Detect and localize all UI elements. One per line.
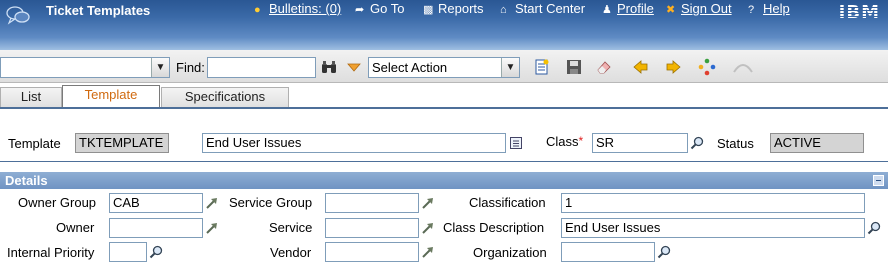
route-disabled-icon (733, 64, 753, 73)
goto-arrow-icon: ➦ (355, 4, 365, 16)
owner-field[interactable] (109, 218, 203, 238)
status-label: Status (717, 136, 754, 151)
organization-field[interactable] (561, 242, 655, 262)
internal-priority-label: Internal Priority (7, 245, 95, 260)
classification-field[interactable]: 1 (561, 193, 865, 213)
detail-menu-arrow-icon[interactable] (421, 196, 435, 210)
app-header: Ticket Templates ● Bulletins: (0) ➦ Go To … (0, 0, 888, 50)
find-input[interactable] (207, 57, 316, 78)
detail-menu-arrow-icon[interactable] (421, 245, 435, 259)
owner-group-field[interactable]: CAB (109, 193, 203, 213)
start-center-link[interactable]: ⌂ Start Center (500, 1, 585, 16)
app-title: Ticket Templates (46, 3, 151, 18)
previous-arrow-icon[interactable] (632, 58, 650, 76)
help-link[interactable]: ? Help (748, 1, 790, 16)
bulletins-icon: ● (254, 4, 261, 16)
tab-list[interactable]: List (0, 87, 62, 107)
status-field[interactable]: ACTIVE (770, 133, 864, 153)
class-label: Class* (546, 134, 584, 149)
magnifier-lookup-icon[interactable] (149, 245, 163, 259)
query-select[interactable]: ▼ (0, 57, 170, 78)
bulletins-link[interactable]: ● Bulletins: (0) (254, 1, 341, 16)
user-icon: ♟ (602, 4, 612, 16)
toolbar: ▼ Find: Select Action ▼ (0, 50, 888, 83)
reports-link[interactable]: ▩ Reports (423, 1, 484, 16)
magnifier-lookup-icon[interactable] (690, 136, 704, 150)
vendor-label: Vendor (270, 245, 312, 260)
detail-menu-arrow-icon[interactable] (205, 221, 219, 235)
required-star: * (578, 134, 584, 148)
filter-dropdown-icon[interactable] (345, 58, 363, 76)
select-action-dropdown[interactable]: Select Action ▼ (368, 57, 520, 78)
service-group-label: Service Group (229, 195, 313, 210)
detail-menu-arrow-icon[interactable] (421, 221, 435, 235)
long-description-icon[interactable] (509, 136, 523, 150)
magnifier-lookup-icon[interactable] (657, 245, 671, 259)
goto-link[interactable]: ➦ Go To (355, 1, 404, 16)
tab-strip: List Template Specifications (0, 84, 888, 109)
sign-out-link[interactable]: ✖ Sign Out (666, 1, 732, 16)
class-description-label: Class Description (443, 220, 545, 235)
class-description-field[interactable]: End User Issues (561, 218, 865, 238)
home-icon: ⌂ (500, 4, 507, 16)
chevron-down-icon[interactable]: ▼ (501, 58, 519, 77)
class-field[interactable]: SR (592, 133, 688, 153)
service-group-field[interactable] (325, 193, 419, 213)
template-label: Template (8, 136, 61, 151)
tab-specifications[interactable]: Specifications (161, 87, 289, 107)
owner-label: Owner (56, 220, 95, 235)
classification-label: Classification (469, 195, 546, 210)
app-chat-icon (6, 6, 30, 25)
refresh-workflow-icon[interactable] (698, 58, 716, 76)
magnifier-lookup-icon[interactable] (867, 221, 881, 235)
eraser-clear-icon[interactable] (595, 58, 613, 76)
owner-group-label: Owner Group (18, 195, 97, 210)
internal-priority-field[interactable] (109, 242, 147, 262)
profile-link[interactable]: ♟ Profile (602, 1, 654, 16)
save-icon[interactable] (565, 58, 583, 76)
template-field[interactable]: TKTEMPLATE (75, 133, 169, 153)
next-arrow-icon[interactable] (664, 58, 682, 76)
binoculars-icon[interactable] (320, 58, 338, 76)
chevron-down-icon[interactable]: ▼ (151, 58, 169, 77)
organization-label: Organization (473, 245, 547, 260)
collapse-section-icon[interactable] (873, 175, 884, 186)
sign-out-x-icon: ✖ (666, 4, 676, 16)
help-icon: ? (748, 4, 755, 16)
details-section-header: Details (0, 172, 888, 189)
header-separator (0, 161, 888, 162)
service-field[interactable] (325, 218, 419, 238)
service-label: Service (269, 220, 313, 235)
details-title: Details (5, 173, 48, 188)
tab-template[interactable]: Template (62, 85, 160, 109)
reports-chart-icon: ▩ (423, 4, 434, 16)
new-record-icon[interactable] (533, 58, 551, 76)
tab-underline (0, 107, 888, 109)
detail-menu-arrow-icon[interactable] (205, 196, 219, 210)
ibm-logo: IBM (838, 2, 880, 23)
vendor-field[interactable] (325, 242, 419, 262)
find-label: Find: (176, 60, 205, 75)
template-description-field[interactable]: End User Issues (202, 133, 506, 153)
